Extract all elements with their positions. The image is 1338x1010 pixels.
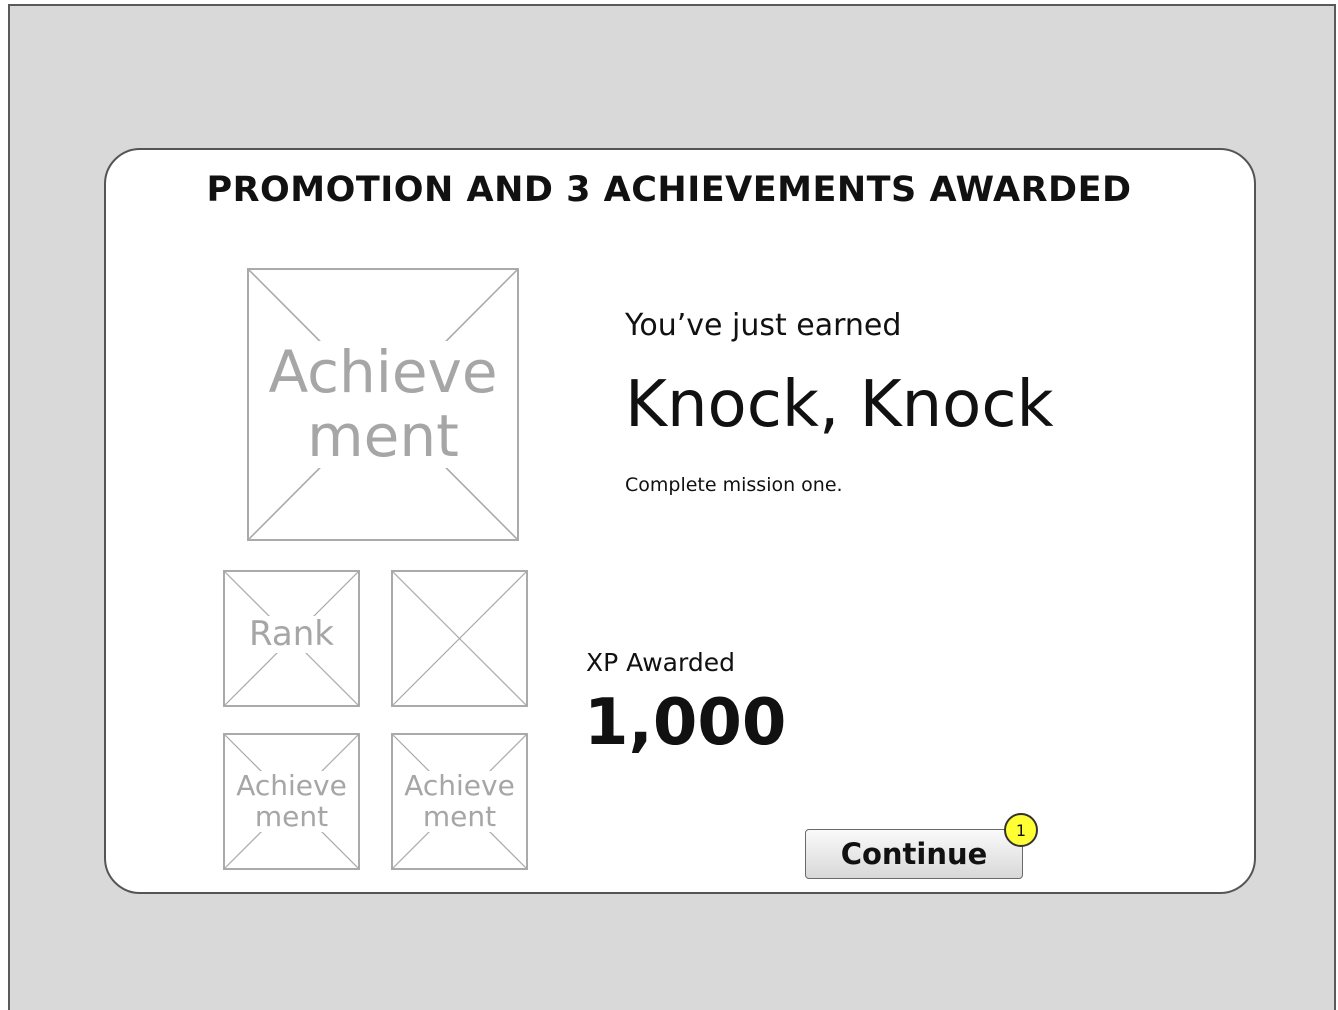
achievement-thumbnail-1-label: Achieve ment bbox=[236, 768, 347, 833]
main-achievement-label: Achieve ment bbox=[268, 337, 498, 470]
xp-awarded-label: XP Awarded bbox=[586, 648, 735, 677]
rank-label: Rank bbox=[249, 614, 334, 654]
empty-thumbnail bbox=[391, 570, 528, 707]
achievement-thumbnail-1: Achieve ment bbox=[223, 733, 360, 870]
achievement-description: Complete mission one. bbox=[625, 474, 843, 496]
achievement-name: Knock, Knock bbox=[625, 368, 1054, 442]
annotation-marker: 1 bbox=[1004, 813, 1038, 847]
dialog-title: PROMOTION AND 3 ACHIEVEMENTS AWARDED bbox=[206, 170, 1132, 210]
continue-button[interactable]: Continue bbox=[805, 829, 1023, 879]
earned-prefix-text: You’ve just earned bbox=[625, 308, 902, 343]
achievement-thumbnail-2: Achieve ment bbox=[391, 733, 528, 870]
xp-awarded-value: 1,000 bbox=[584, 686, 787, 760]
rank-thumbnail: Rank bbox=[223, 570, 360, 707]
image-placeholder-cross bbox=[393, 572, 526, 705]
main-achievement-image: Achieve ment bbox=[247, 268, 519, 541]
achievement-thumbnail-2-label: Achieve ment bbox=[404, 768, 515, 833]
